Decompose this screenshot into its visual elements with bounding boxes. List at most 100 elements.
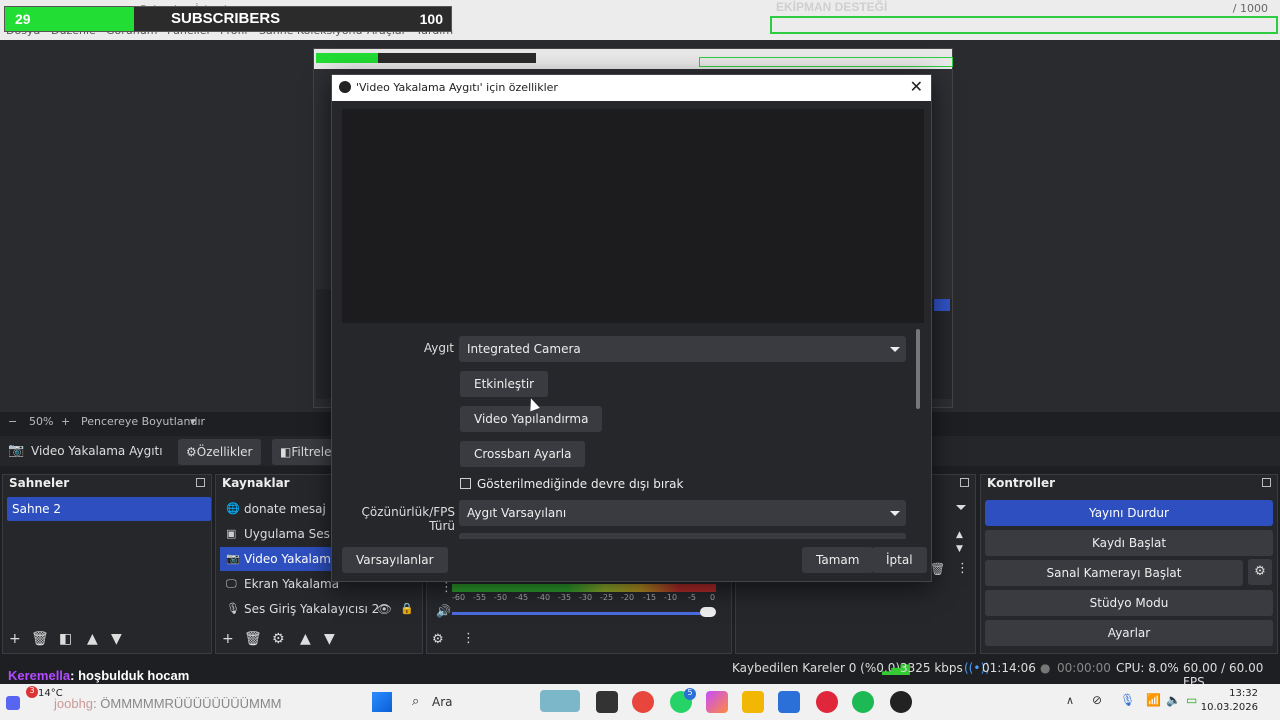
close-icon[interactable]: ✕ [910,77,923,96]
spin-up-icon[interactable]: ▲ [956,530,963,540]
task-view-icon[interactable] [596,691,618,713]
zoom-in-button[interactable]: + [61,415,70,428]
mixer-more-icon[interactable]: ⋮ [462,631,475,646]
scene-item[interactable]: Sahne 2 [7,497,211,521]
fit-window-button[interactable]: Pencereye Boyutlandır [81,415,205,428]
store-icon[interactable] [778,691,800,713]
volume-slider-handle[interactable] [700,607,716,617]
search-highlight-icon[interactable] [540,690,580,712]
settings-button[interactable]: Ayarlar [985,620,1273,646]
virtual-camera-settings-button[interactable]: ⚙ [1248,559,1272,585]
dialog-title-bar: 'Video Yakalama Aygıtı' için özellikler … [332,75,931,101]
mini-controls-panel [932,299,952,399]
defaults-button[interactable]: Varsayılanlar [342,547,448,573]
subscriber-current: 29 [15,11,31,27]
properties-dialog: 'Video Yakalama Aygıtı' için özellikler … [331,74,932,582]
subscriber-label: SUBSCRIBERS [171,10,281,27]
notification-badge: 3 [26,686,38,698]
selected-source-name: Video Yakalama Aygıtı [31,444,163,458]
clipped-field [459,533,906,539]
stream-time: 01:14:06 [982,661,1036,675]
transition-menu-icon[interactable]: ⋮ [956,561,969,576]
mic-icon[interactable]: 🎙 [1120,693,1135,707]
checkbox-box[interactable] [460,478,471,489]
chevron-down-icon[interactable]: ▾ [190,415,196,428]
equipment-support-label: EKİPMAN DESTEĞİ [776,0,888,14]
remove-transition-icon[interactable]: 🗑 [930,562,945,576]
spin-down-icon[interactable]: ▼ [956,544,963,554]
obs-icon[interactable] [890,691,912,713]
move-down-icon[interactable]: ▼ [324,631,335,647]
audio-level-meter [452,584,716,592]
controls-header: Kontroller [987,476,1056,490]
copilot-icon[interactable] [706,691,728,713]
add-scene-icon[interactable]: + [9,631,21,647]
windows-start-icon[interactable] [372,692,392,712]
mixer-settings-icon[interactable]: ⚙ [432,632,444,647]
equipment-support-bar [770,16,1278,34]
crossbar-button[interactable]: Crossbarı Ayarla [460,441,586,467]
device-select[interactable]: Integrated Camera [459,336,906,362]
mini-equipment-bar [699,57,953,67]
volume-slider[interactable] [452,612,710,615]
resolution-fps-select[interactable]: Aygıt Varsayılanı [459,500,906,526]
scene-filters-icon[interactable]: ◧ [59,631,72,647]
visibility-eye-icon[interactable]: 👁 [377,602,392,616]
mixer-menu-icon[interactable]: ⋮ [440,580,453,595]
deactivate-when-hidden-checkbox[interactable]: Gösterilmediğinde devre dışı bırak [460,477,683,491]
camera-icon: 📷 [8,443,25,458]
resolution-fps-label: Çözünürlük/FPS Türü [361,505,455,533]
studio-mode-button[interactable]: Stüdyo Modu [985,590,1273,616]
mic-icon: 🎙 [226,602,240,615]
spotify-icon[interactable] [852,691,874,713]
start-virtual-camera-button[interactable]: Sanal Kamerayı Başlat [985,560,1243,586]
wifi-icon[interactable]: 📶 [1146,693,1161,707]
source-properties-icon[interactable]: ⚙ [272,631,285,647]
network-off-icon[interactable]: ⊘ [1092,693,1102,707]
activate-button[interactable]: Etkinleştir [460,371,549,397]
record-icon: ● [1040,661,1051,675]
file-explorer-icon[interactable] [742,691,764,713]
ok-button[interactable]: Tamam [802,547,874,573]
discord-icon[interactable] [6,696,20,710]
controls-dock: Kontroller Yayını Durdur Kaydı Başlat Sa… [980,474,1278,654]
battery-icon[interactable]: ▭ [1186,693,1197,707]
subscriber-goal-bar: 29 SUBSCRIBERS 100 [4,6,452,32]
add-source-icon[interactable]: + [222,631,234,647]
chrome-icon[interactable] [632,691,654,713]
zoom-bar: − 50% + Pencereye Boyutlandır ▾ [0,414,330,430]
clock[interactable]: 13:32 10.03.2026 [1201,687,1258,715]
stop-stream-button[interactable]: Yayını Durdur [985,500,1273,526]
dialog-scrollbar[interactable] [916,329,920,409]
source-item[interactable]: 🎙 Ses Giriş Yakalayıcısı 2 👁 🔒 [220,597,424,621]
start-recording-button[interactable]: Kaydı Başlat [985,530,1273,556]
undock-icon[interactable] [196,478,205,487]
cancel-button[interactable]: İptal [872,547,927,573]
undock-icon[interactable] [1262,478,1271,487]
scenes-dock: Sahneler Sahne 2 + 🗑 ◧ ▲ ▼ [2,474,212,654]
monitor-icon: 🖵 [226,577,237,590]
chevron-down-icon[interactable] [956,505,966,510]
chat-message: Keremella: hoşbulduk hocam [8,668,190,683]
chevron-up-icon[interactable]: ∧ [1066,694,1074,707]
speaker-icon[interactable]: 🔈 [1166,693,1181,707]
opera-icon[interactable] [816,691,838,713]
bitrate: 3325 kbps [900,661,963,675]
move-up-icon[interactable]: ▲ [87,631,98,647]
move-up-icon[interactable]: ▲ [300,631,311,647]
zoom-out-button[interactable]: − [8,415,17,428]
whatsapp-badge: 5 [684,688,696,700]
remove-source-icon[interactable]: 🗑 [244,631,262,647]
sources-footer: + 🗑 ⚙ ▲ ▼ [216,627,422,653]
lock-icon[interactable]: 🔒 [400,602,414,615]
search-icon: ⌕ [412,694,420,709]
undock-icon[interactable] [960,478,969,487]
window-controls[interactable]: / 1000 [1233,2,1268,15]
device-label: Aygıt [423,341,454,355]
gear-icon: ⚙ [1254,564,1266,579]
record-time: 00:00:00 [1057,661,1111,675]
remove-scene-icon[interactable]: 🗑 [31,631,49,647]
move-down-icon[interactable]: ▼ [111,631,122,647]
speaker-icon[interactable]: 🔊 [436,604,451,618]
properties-button[interactable]: ⚙Özellikler [178,439,261,465]
